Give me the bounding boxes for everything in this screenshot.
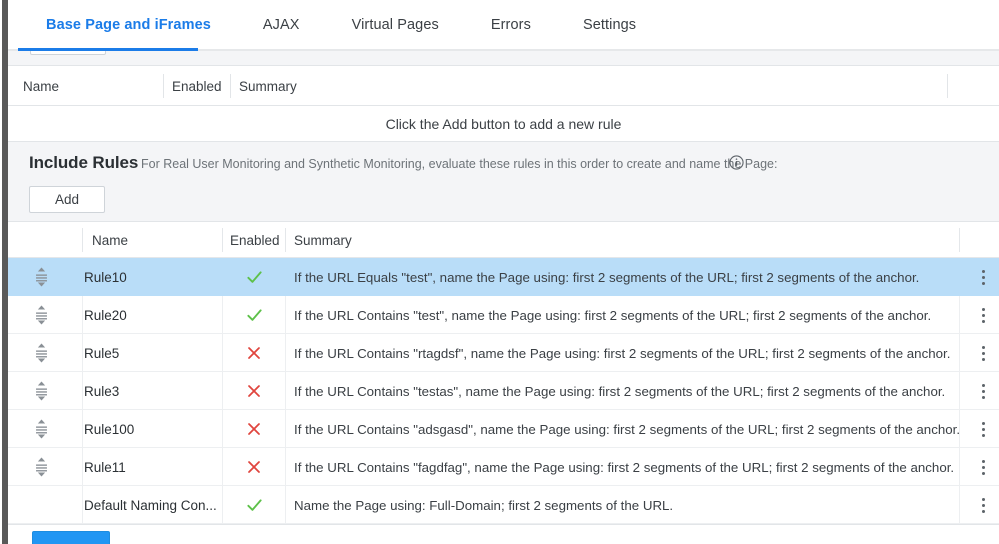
row-menu-icon[interactable] (967, 410, 999, 448)
grid-col-divider-4 (959, 228, 960, 252)
row-col-divider-4 (959, 296, 960, 334)
drag-handle-icon[interactable] (8, 448, 74, 486)
rule-name: Rule100 (84, 421, 135, 437)
include-rules-title: Include Rules (29, 153, 139, 172)
rule-name: Rule5 (84, 345, 120, 361)
top-table-header: Name Enabled Summary (8, 66, 999, 106)
cross-icon[interactable] (222, 448, 286, 486)
tab-errors[interactable]: Errors (465, 0, 557, 50)
row-col-divider-3 (285, 410, 286, 448)
grid-col-divider-1 (82, 228, 83, 252)
drag-handle-icon[interactable] (8, 296, 74, 334)
row-col-divider-3 (285, 486, 286, 524)
top-col-name: Name (23, 78, 60, 94)
row-col-divider-4 (959, 486, 960, 524)
rule-summary: If the URL Contains "fagdfag", name the … (294, 459, 955, 475)
rule-summary: If the URL Equals "test", name the Page … (294, 269, 920, 285)
grid-col-divider-2 (222, 228, 223, 252)
table-row[interactable]: Rule10 If the URL Equals "test", name the… (8, 258, 999, 296)
rule-name: Rule11 (84, 459, 126, 475)
rule-name: Rule3 (84, 383, 120, 399)
table-row[interactable]: Rule5 If the URL Contains "rtagdsf", name… (8, 334, 999, 372)
check-icon[interactable] (222, 486, 286, 524)
rule-summary: If the URL Contains "test", name the Pag… (294, 307, 932, 323)
drag-handle-icon[interactable] (8, 334, 74, 372)
bottom-action-bar (8, 524, 999, 544)
tab-settings[interactable]: Settings (557, 0, 662, 50)
top-col-summary: Summary (239, 78, 297, 94)
window-edge-outer (0, 0, 2, 544)
rule-summary: If the URL Contains "rtagdsf", name the … (294, 345, 951, 361)
include-rules-rows: Rule10 If the URL Equals "test", name the… (8, 258, 999, 524)
row-col-divider-1 (82, 410, 83, 448)
include-rules-section: Include Rules For Real User Monitoring a… (8, 142, 999, 222)
row-col-divider-4 (959, 448, 960, 486)
cross-icon[interactable] (222, 410, 286, 448)
row-col-divider-3 (285, 334, 286, 372)
rule-summary: If the URL Contains "adsgasd", name the … (294, 421, 961, 437)
include-rules-description: For Real User Monitoring and Synthetic M… (141, 157, 778, 171)
tab-ajax[interactable]: AJAX (237, 0, 326, 50)
row-menu-icon[interactable] (967, 448, 999, 486)
active-tab-underline (18, 48, 198, 51)
tab-bar: Base Page and iFrames AJAX Virtual Pages Er… (8, 0, 999, 51)
rule-name: Rule20 (84, 307, 127, 323)
drag-handle-icon (8, 486, 74, 524)
row-menu-icon[interactable] (967, 372, 999, 410)
check-icon[interactable] (222, 296, 286, 334)
table-row[interactable]: Rule11 If the URL Contains "fagdfag", nam… (8, 448, 999, 486)
row-col-divider-3 (285, 448, 286, 486)
row-col-divider-4 (959, 334, 960, 372)
include-rules-grid-header: Name Enabled Summary (8, 222, 999, 258)
content-area: Add Name Enabled Summary Click the Add b… (8, 0, 999, 544)
tab-base-page-and-iframes[interactable]: Base Page and iFrames (20, 0, 237, 50)
rule-name: Rule10 (84, 269, 127, 285)
grid-col-name: Name (92, 232, 129, 248)
row-col-divider-4 (959, 372, 960, 410)
row-col-divider-1 (82, 296, 83, 334)
table-row[interactable]: Rule100 If the URL Contains "adsgasd", na… (8, 410, 999, 448)
top-col-divider-1 (163, 74, 164, 98)
row-col-divider-1 (82, 334, 83, 372)
grid-col-divider-3 (285, 228, 286, 252)
row-menu-icon[interactable] (967, 258, 999, 296)
top-table-empty-message: Click the Add button to add a new rule (8, 106, 999, 142)
row-col-divider-1 (82, 372, 83, 410)
row-col-divider-3 (285, 296, 286, 334)
add-button-include-rules[interactable]: Add (29, 186, 105, 213)
top-col-divider-3 (947, 74, 948, 98)
row-col-divider-1 (82, 448, 83, 486)
page-root: Add Name Enabled Summary Click the Add b… (0, 0, 999, 544)
check-icon[interactable] (222, 258, 286, 296)
top-col-enabled: Enabled (172, 78, 222, 94)
drag-handle-icon[interactable] (8, 372, 74, 410)
row-menu-icon[interactable] (967, 296, 999, 334)
drag-handle-icon[interactable] (8, 258, 74, 296)
row-menu-icon[interactable] (967, 334, 999, 372)
tab-list: Base Page and iFrames AJAX Virtual Pages Er… (8, 0, 999, 50)
rule-summary: If the URL Contains "testas", name the P… (294, 383, 946, 399)
table-row[interactable]: Default Naming Con... Name the Page using… (8, 486, 999, 524)
row-col-divider-1 (82, 486, 83, 524)
grid-col-enabled: Enabled (230, 232, 280, 248)
table-row[interactable]: Rule3 If the URL Contains "testas", name … (8, 372, 999, 410)
top-col-divider-2 (230, 74, 231, 98)
save-button[interactable] (32, 531, 110, 544)
rule-summary: Name the Page using: Full-Domain; first … (294, 497, 674, 513)
cross-icon[interactable] (222, 334, 286, 372)
drag-handle-icon[interactable] (8, 410, 74, 448)
tab-virtual-pages[interactable]: Virtual Pages (326, 0, 465, 50)
table-row[interactable]: Rule20 If the URL Contains "test", name t… (8, 296, 999, 334)
rule-name: Default Naming Con... (84, 497, 217, 513)
row-col-divider-4 (959, 410, 960, 448)
row-col-divider-3 (285, 372, 286, 410)
cross-icon[interactable] (222, 372, 286, 410)
window-edge-bar (2, 0, 8, 544)
info-circle-icon[interactable] (729, 155, 744, 170)
grid-col-summary: Summary (294, 232, 352, 248)
row-menu-icon[interactable] (967, 486, 999, 524)
include-rules-grid: Name Enabled Summary Rule10 If the URL Eq… (8, 222, 999, 524)
